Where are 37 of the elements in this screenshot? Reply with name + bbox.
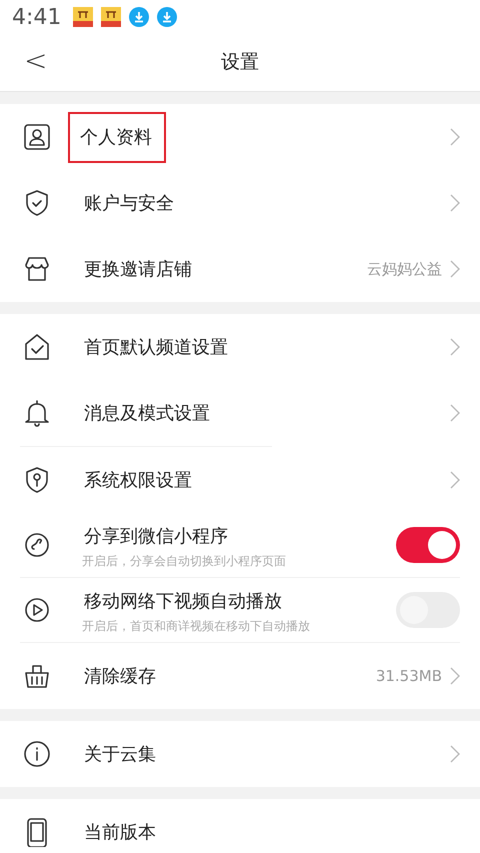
shop-icon <box>22 254 52 284</box>
chevron-right-icon <box>450 260 460 278</box>
setting-value: 云妈妈公益 <box>367 258 442 280</box>
setting-label: 分享到微信小程序 <box>83 524 229 548</box>
toggle-switch[interactable] <box>396 527 460 563</box>
setting-label[interactable]: 清除缓存 <box>74 654 166 698</box>
setting-label[interactable]: 首页默认频道设置 <box>74 326 238 368</box>
page-title: 设置 <box>221 50 259 76</box>
app-notification-icon <box>101 7 122 27</box>
setting-label[interactable]: 当前版本 <box>74 810 166 853</box>
back-button[interactable]: < <box>20 44 52 78</box>
chevron-right-icon <box>450 194 460 212</box>
chevron-right-icon <box>450 471 460 489</box>
setting-label: 移动网络下视频自动播放 <box>83 590 283 614</box>
download-icon <box>129 7 150 27</box>
chevron-right-icon <box>450 128 460 146</box>
setting-label[interactable]: 消息及模式设置 <box>74 392 220 434</box>
setting-hint: 开启后，分享会自动切换到小程序页面 <box>82 552 287 570</box>
setting-label[interactable]: 账户与安全 <box>74 182 184 224</box>
chevron-right-icon <box>450 745 460 763</box>
setting-label[interactable]: 个人资料 <box>68 112 166 162</box>
person-card-icon <box>22 122 52 152</box>
app-notification-icon <box>73 7 94 27</box>
play-circle-icon <box>22 595 52 625</box>
setting-label[interactable]: 关于云集 <box>74 732 166 776</box>
setting-label[interactable]: 系统权限设置 <box>74 458 202 502</box>
status-time: 4:41 <box>12 4 62 32</box>
info-icon <box>22 739 52 769</box>
house-check-icon <box>22 332 52 362</box>
chevron-right-icon <box>450 338 460 356</box>
download-icon <box>157 7 178 27</box>
setting-value: 31.53MB <box>376 666 442 687</box>
setting-label[interactable]: 更换邀请店铺 <box>74 248 202 290</box>
setting-hint: 开启后，首页和商详视频在移动下自动播放 <box>82 618 311 634</box>
chevron-right-icon <box>450 667 460 685</box>
chevron-right-icon <box>450 404 460 422</box>
link-circle-icon <box>22 530 52 560</box>
